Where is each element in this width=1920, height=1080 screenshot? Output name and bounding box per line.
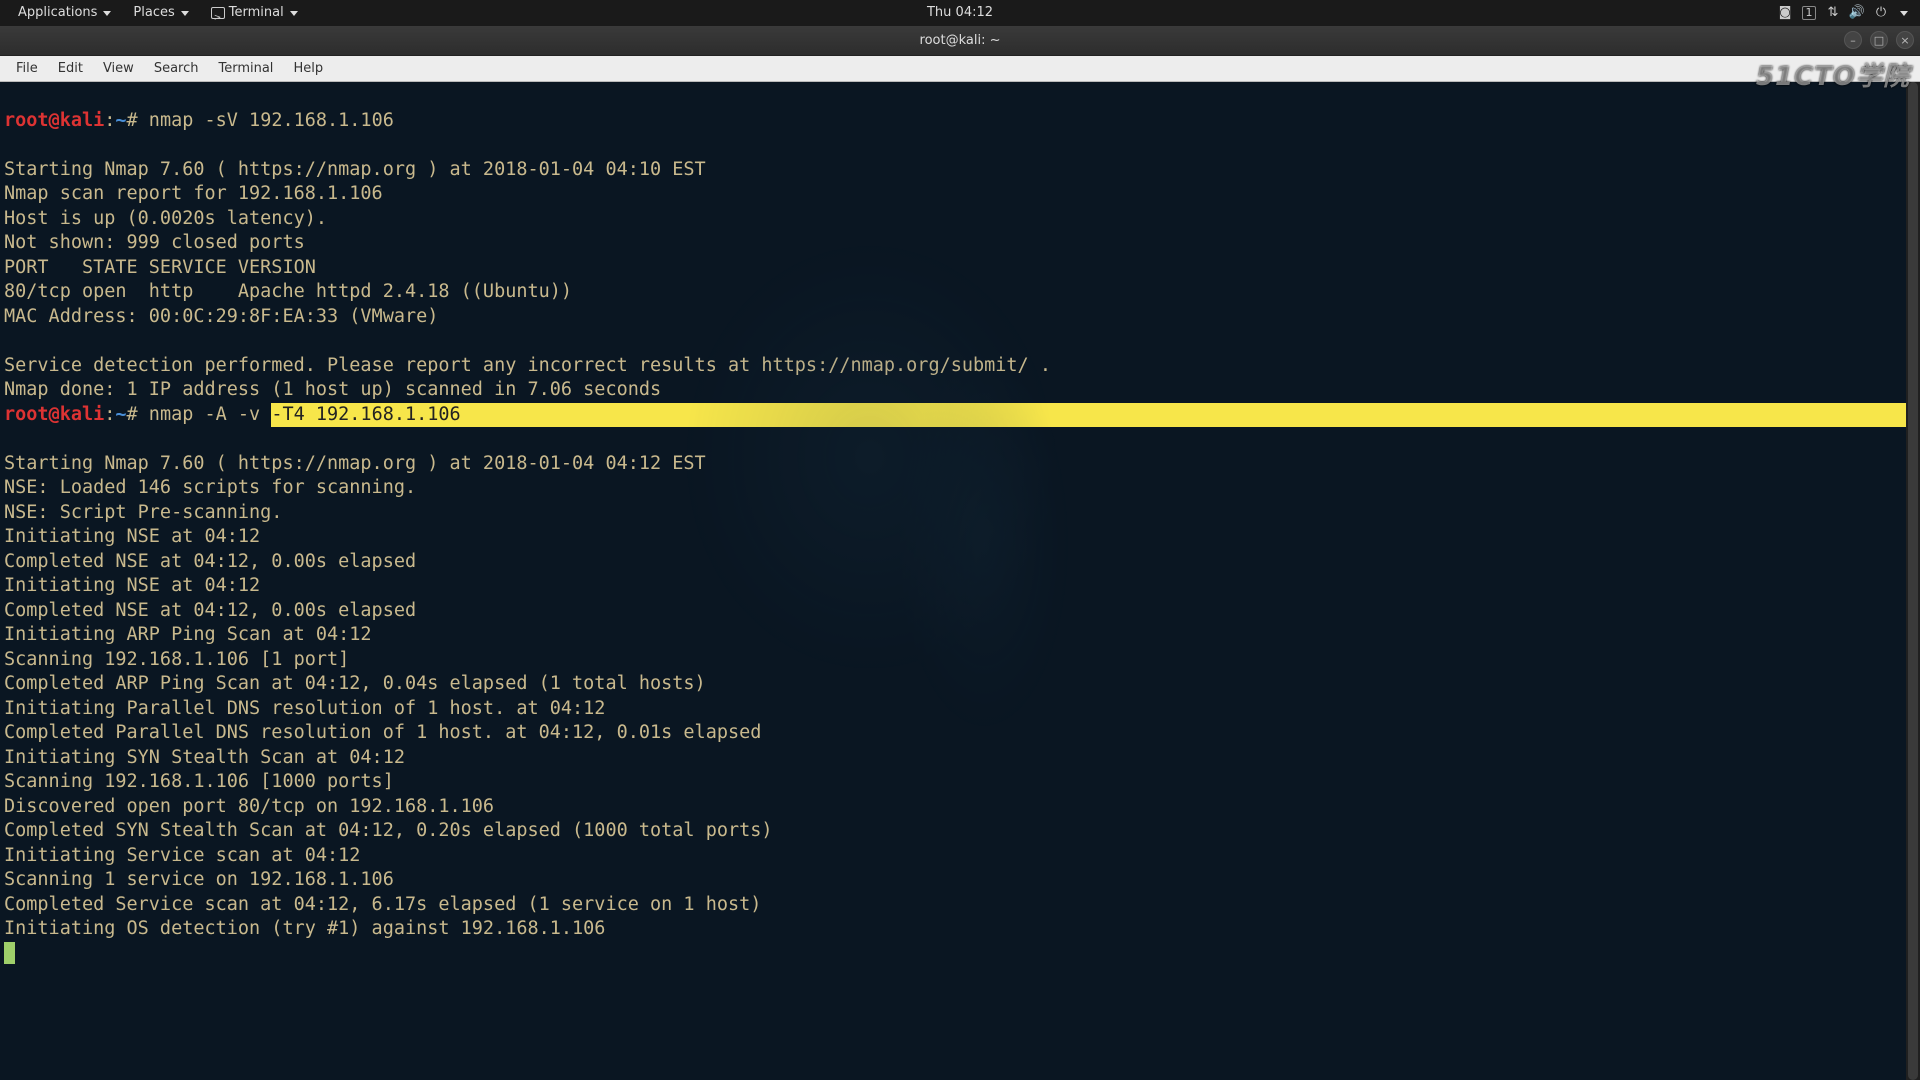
prompt-user: root@kali <box>4 404 104 425</box>
output-line: Starting Nmap 7.60 ( https://nmap.org ) … <box>4 453 706 474</box>
output-line: MAC Address: 00:0C:29:8F:EA:33 (VMware) <box>4 306 438 327</box>
output-line: Initiating OS detection (try #1) against… <box>4 918 605 939</box>
recorder-icon[interactable]: ◙ <box>1778 6 1792 20</box>
output-line: 80/tcp open http Apache httpd 2.4.18 ((U… <box>4 281 572 302</box>
applications-label: Applications <box>18 0 97 26</box>
power-icon[interactable]: ⏻ <box>1874 6 1888 20</box>
output-line: Scanning 1 service on 192.168.1.106 <box>4 869 394 890</box>
chevron-down-icon <box>290 11 298 16</box>
output-line: Initiating NSE at 04:12 <box>4 575 260 596</box>
window-titlebar[interactable]: root@kali: ~ – □ × <box>0 26 1920 56</box>
selection-highlight <box>461 403 1920 428</box>
menu-view[interactable]: View <box>93 61 144 76</box>
output-line: Initiating Parallel DNS resolution of 1 … <box>4 698 605 719</box>
maximize-button[interactable]: □ <box>1870 31 1888 49</box>
window-controls: – □ × <box>1844 31 1914 49</box>
chevron-down-icon <box>1900 11 1908 16</box>
terminal-cursor <box>4 942 15 964</box>
output-line: Starting Nmap 7.60 ( https://nmap.org ) … <box>4 159 706 180</box>
output-line: Initiating ARP Ping Scan at 04:12 <box>4 624 372 645</box>
output-line: Completed SYN Stealth Scan at 04:12, 0.2… <box>4 820 773 841</box>
volume-icon[interactable]: 🔊 <box>1850 6 1864 20</box>
terminal-menu-bar: File Edit View Search Terminal Help <box>0 56 1920 82</box>
output-line: Not shown: 999 closed ports <box>4 232 305 253</box>
prompt-hash: # <box>127 110 138 131</box>
clock-label: Thu 04:12 <box>927 0 993 26</box>
gnome-left-group: Applications Places Terminal <box>0 0 306 26</box>
window-title-text: root@kali: ~ <box>920 33 1001 48</box>
menu-help[interactable]: Help <box>283 61 333 76</box>
command-1: nmap -sV 192.168.1.106 <box>138 110 394 131</box>
output-line: Discovered open port 80/tcp on 192.168.1… <box>4 796 494 817</box>
taskbar-terminal-label: Terminal <box>229 0 284 26</box>
clock[interactable]: Thu 04:12 <box>919 0 1001 26</box>
prompt-colon: : <box>104 404 115 425</box>
terminal-viewport[interactable]: root@kali:~# nmap -sV 192.168.1.106 Star… <box>0 82 1920 1080</box>
output-line: Nmap done: 1 IP address (1 host up) scan… <box>4 379 661 400</box>
network-icon[interactable]: ⇅ <box>1826 6 1840 20</box>
prompt-path: ~ <box>115 404 126 425</box>
output-line: Service detection performed. Please repo… <box>4 355 1051 376</box>
minimize-button[interactable]: – <box>1844 31 1862 49</box>
selected-text: -T4 192.168.1.106 <box>271 403 460 428</box>
output-line: Completed ARP Ping Scan at 04:12, 0.04s … <box>4 673 706 694</box>
output-line: Completed NSE at 04:12, 0.00s elapsed <box>4 600 416 621</box>
prompt-colon: : <box>104 110 115 131</box>
output-line: Scanning 192.168.1.106 [1000 ports] <box>4 771 394 792</box>
output-line: Initiating NSE at 04:12 <box>4 526 260 547</box>
gnome-right-group: ◙ 1 ⇅ 🔊 ⏻ <box>1778 6 1920 20</box>
output-line: Initiating SYN Stealth Scan at 04:12 <box>4 747 405 768</box>
output-line: NSE: Loaded 146 scripts for scanning. <box>4 477 416 498</box>
taskbar-terminal[interactable]: Terminal <box>203 0 306 26</box>
chevron-down-icon <box>181 11 189 16</box>
prompt-path: ~ <box>115 110 126 131</box>
close-button[interactable]: × <box>1896 31 1914 49</box>
prompt-hash: # <box>127 404 138 425</box>
terminal-scrollbar[interactable] <box>1906 82 1920 1080</box>
output-line: Host is up (0.0020s latency). <box>4 208 327 229</box>
output-line: Nmap scan report for 192.168.1.106 <box>4 183 383 204</box>
output-line: Completed Parallel DNS resolution of 1 h… <box>4 722 761 743</box>
menu-terminal[interactable]: Terminal <box>208 61 283 76</box>
terminal-icon <box>211 7 225 19</box>
places-menu[interactable]: Places <box>125 0 196 26</box>
prompt-user: root@kali <box>4 110 104 131</box>
command-2-prefix: nmap -A -v <box>138 404 272 425</box>
output-line: Initiating Service scan at 04:12 <box>4 845 360 866</box>
chevron-down-icon <box>103 11 111 16</box>
prompt-line-2: root@kali:~# nmap -A -v -T4 192.168.1.10… <box>4 404 1920 425</box>
output-line: Completed Service scan at 04:12, 6.17s e… <box>4 894 761 915</box>
scrollbar-thumb[interactable] <box>1908 82 1918 1080</box>
workspace-indicator[interactable]: 1 <box>1802 6 1816 20</box>
output-line: NSE: Script Pre-scanning. <box>4 502 282 523</box>
applications-menu[interactable]: Applications <box>10 0 119 26</box>
menu-search[interactable]: Search <box>144 61 209 76</box>
menu-file[interactable]: File <box>6 61 48 76</box>
places-label: Places <box>133 0 174 26</box>
output-line: PORT STATE SERVICE VERSION <box>4 257 316 278</box>
gnome-top-bar: Applications Places Terminal Thu 04:12 ◙… <box>0 0 1920 26</box>
output-line: Completed NSE at 04:12, 0.00s elapsed <box>4 551 416 572</box>
menu-edit[interactable]: Edit <box>48 61 93 76</box>
output-line: Scanning 192.168.1.106 [1 port] <box>4 649 349 670</box>
